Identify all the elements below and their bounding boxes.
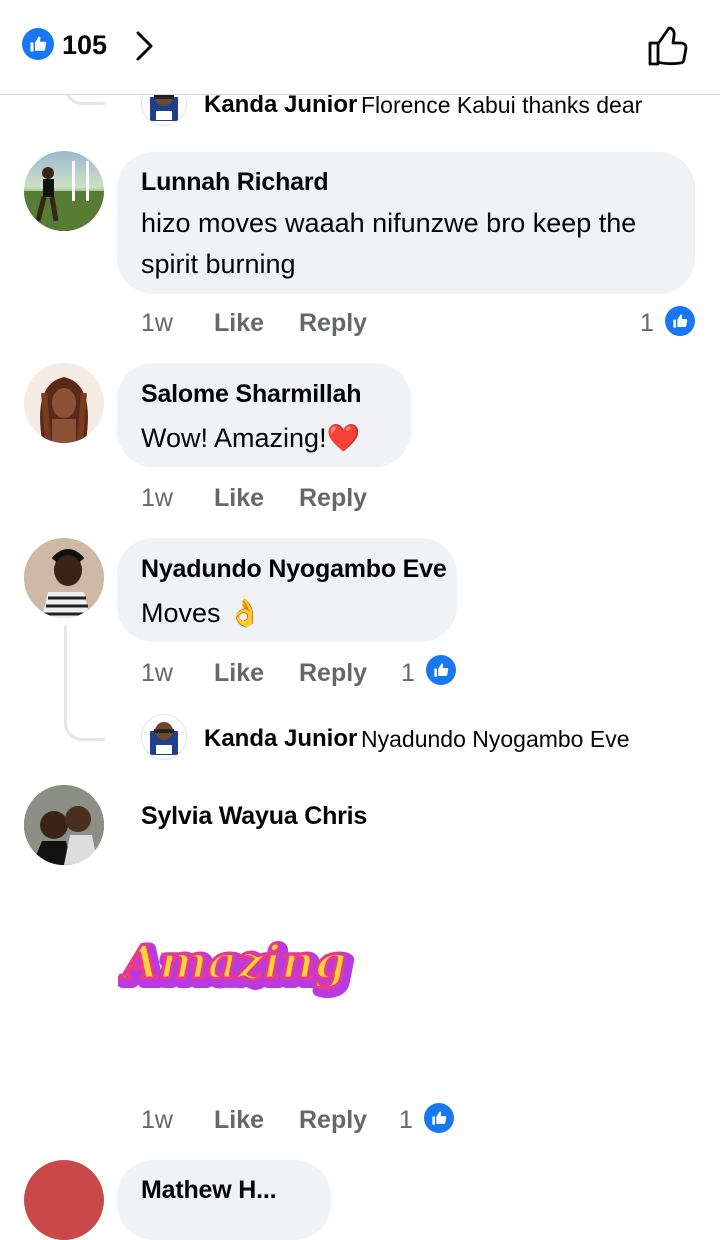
like-reaction-icon <box>665 306 695 336</box>
like-reaction-icon <box>22 28 54 60</box>
comment-author[interactable]: Salome Sharmillah <box>141 380 361 409</box>
sticker-text: Amazing <box>119 935 346 989</box>
comment-time[interactable]: 1w <box>141 484 173 513</box>
reaction-count[interactable]: 1 <box>399 1106 413 1135</box>
avatar[interactable] <box>24 151 104 231</box>
chevron-right-icon[interactable] <box>134 30 156 62</box>
like-button[interactable]: Like <box>214 484 264 513</box>
reply-button[interactable]: Reply <box>299 1106 367 1135</box>
reaction-count[interactable]: 1 <box>401 659 415 688</box>
like-reaction-icon <box>424 1103 454 1133</box>
reaction-count[interactable]: 105 <box>62 30 107 61</box>
comment-text-value: Wow! Amazing! <box>141 423 327 453</box>
comment-time[interactable]: 1w <box>141 309 173 338</box>
reply-text[interactable]: Florence Kabui thanks dear <box>361 92 642 119</box>
like-reaction-icon <box>426 655 456 685</box>
like-button[interactable]: Like <box>214 309 264 338</box>
comment-text-line: hizo moves waaah nifunzwe bro keep the <box>141 208 637 238</box>
ok-hand-emoji: 👌 <box>228 598 262 628</box>
reply-author[interactable]: Kanda Junior <box>204 91 357 119</box>
heart-emoji: ❤️ <box>326 423 361 453</box>
thumbs-up-outline-icon[interactable] <box>646 24 690 68</box>
reply-button[interactable]: Reply <box>299 309 367 338</box>
comment-author[interactable]: Sylvia Wayua Chris <box>141 802 367 831</box>
comment-author[interactable]: Lunnah Richard <box>141 168 329 197</box>
reactions-header: 105 <box>0 0 720 95</box>
reply-button[interactable]: Reply <box>299 484 367 513</box>
reply-author[interactable]: Kanda Junior <box>204 725 357 753</box>
avatar[interactable] <box>24 1160 104 1240</box>
comment-text-value: Moves <box>141 598 221 628</box>
like-button[interactable]: Like <box>214 659 264 688</box>
thread-line <box>64 626 105 741</box>
like-button[interactable]: Like <box>214 1106 264 1135</box>
avatar[interactable] <box>24 785 104 865</box>
reply-button[interactable]: Reply <box>299 659 367 688</box>
avatar[interactable] <box>141 714 187 760</box>
comment-time[interactable]: 1w <box>141 659 173 688</box>
avatar[interactable] <box>24 363 104 443</box>
comment-text: Moves 👌 <box>141 593 262 634</box>
reaction-count[interactable]: 1 <box>640 309 654 338</box>
avatar[interactable] <box>24 538 104 618</box>
comment-time[interactable]: 1w <box>141 1106 173 1135</box>
reply-text[interactable]: Nyadundo Nyogambo Eve <box>361 726 630 753</box>
comment-author[interactable]: Mathew H... <box>141 1176 277 1205</box>
amazing-sticker[interactable]: Amazing Amazing <box>118 920 356 1016</box>
comment-text-line: spirit burning <box>141 249 296 279</box>
comment-text: Wow! Amazing!❤️ <box>141 418 360 459</box>
comment-author[interactable]: Nyadundo Nyogambo Eve <box>141 555 447 584</box>
